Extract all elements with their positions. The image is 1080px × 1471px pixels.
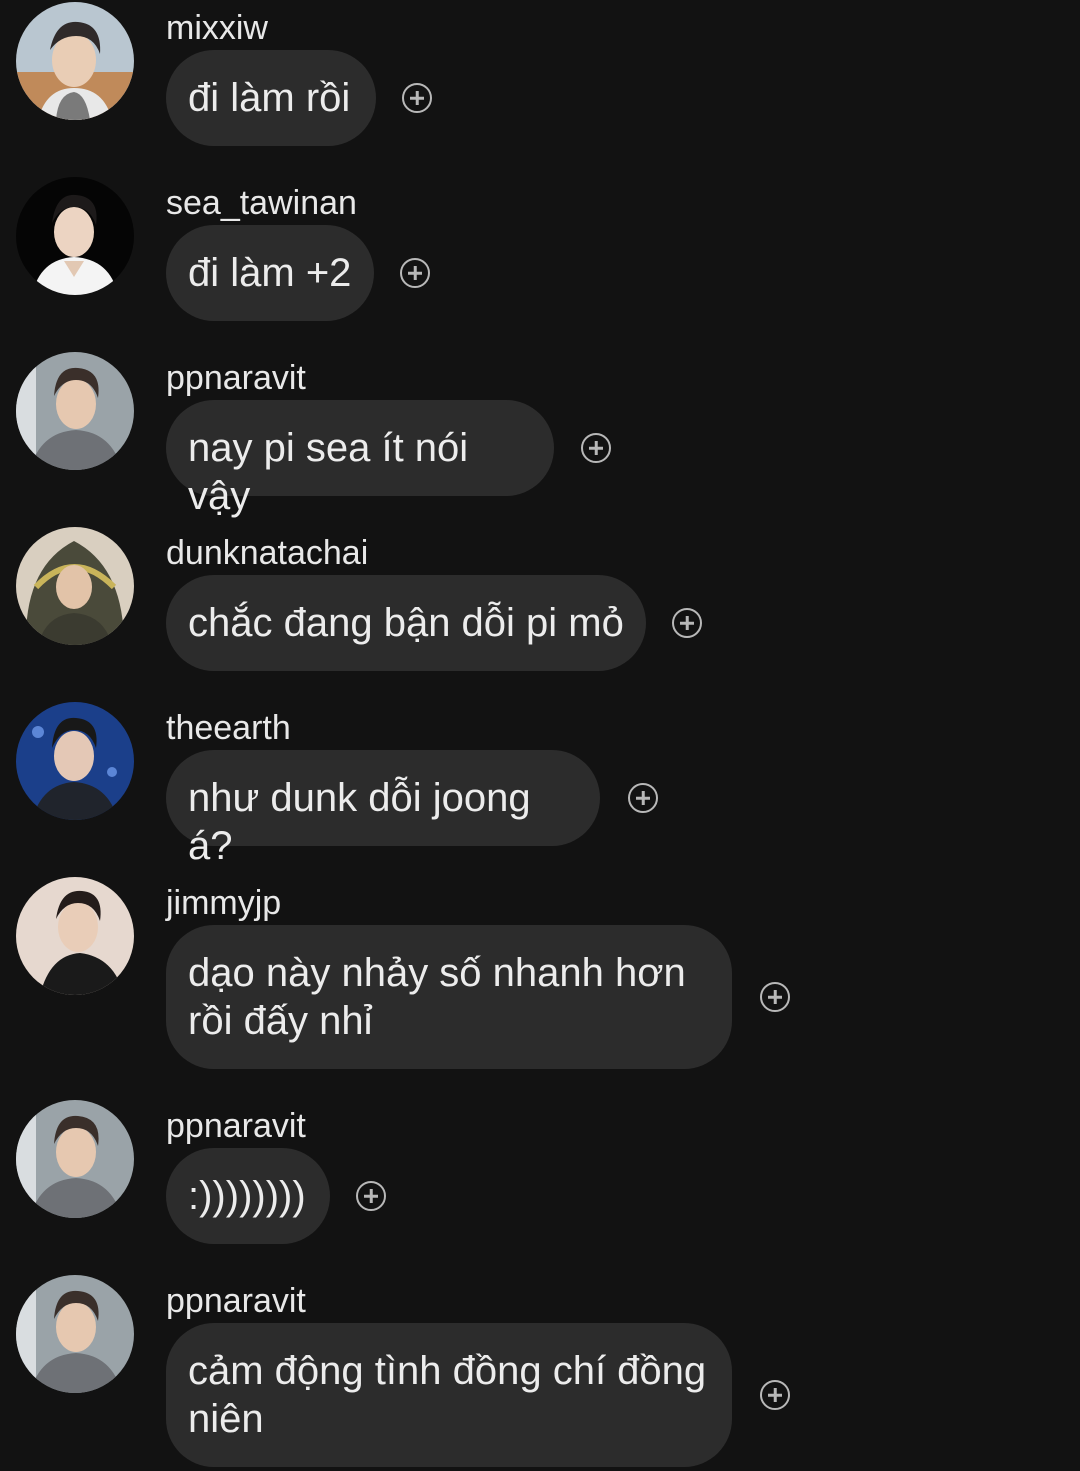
username[interactable]: ppnaravit	[166, 1281, 306, 1321]
add-reaction-icon[interactable]	[760, 1380, 790, 1410]
avatar[interactable]	[16, 1100, 134, 1218]
avatar[interactable]	[16, 527, 134, 645]
add-reaction-icon[interactable]	[581, 433, 611, 463]
message-text: đi làm +2	[188, 251, 352, 295]
avatar[interactable]	[16, 702, 134, 820]
message-bubble[interactable]: đi làm rồi	[166, 50, 376, 146]
username[interactable]: theearth	[166, 708, 291, 748]
message-text: chắc đang bận dỗi pi mỏ	[188, 601, 624, 645]
add-reaction-icon[interactable]	[672, 608, 702, 638]
message-text: dạo này nhảy số nhanh hơn rồi đấy nhỉ	[188, 951, 686, 1043]
add-reaction-icon[interactable]	[400, 258, 430, 288]
message-bubble[interactable]: cảm động tình đồng chí đồng niên	[166, 1323, 732, 1467]
message-bubble[interactable]: :))))))))	[166, 1148, 330, 1244]
add-reaction-icon[interactable]	[356, 1181, 386, 1211]
message-bubble[interactable]: chắc đang bận dỗi pi mỏ	[166, 575, 646, 671]
username[interactable]: ppnaravit	[166, 358, 306, 398]
message-bubble[interactable]: đi làm +2	[166, 225, 374, 321]
comment-thread: mixxiw đi làm rồi sea_tawinan đi làm +2	[0, 0, 1080, 1471]
add-reaction-icon[interactable]	[402, 83, 432, 113]
add-reaction-icon[interactable]	[760, 982, 790, 1012]
avatar[interactable]	[16, 877, 134, 995]
add-reaction-icon[interactable]	[628, 783, 658, 813]
message-text: nay pi sea ít nói vậy	[188, 426, 480, 518]
username[interactable]: sea_tawinan	[166, 183, 357, 223]
avatar[interactable]	[16, 1275, 134, 1393]
message-bubble[interactable]: như dunk dỗi joong á?	[166, 750, 600, 868]
username[interactable]: ppnaravit	[166, 1106, 306, 1146]
message-text: như dunk dỗi joong á?	[188, 776, 542, 868]
username[interactable]: dunknatachai	[166, 533, 368, 573]
message-text: cảm động tình đồng chí đồng niên	[188, 1349, 707, 1441]
username[interactable]: jimmyjp	[166, 883, 281, 923]
message-bubble[interactable]: nay pi sea ít nói vậy	[166, 400, 554, 518]
message-text: đi làm rồi	[188, 76, 351, 120]
avatar[interactable]	[16, 352, 134, 470]
avatar[interactable]	[16, 177, 134, 295]
username[interactable]: mixxiw	[166, 8, 268, 48]
message-bubble[interactable]: dạo này nhảy số nhanh hơn rồi đấy nhỉ	[166, 925, 732, 1069]
avatar[interactable]	[16, 2, 134, 120]
message-text: :))))))))	[188, 1174, 306, 1218]
